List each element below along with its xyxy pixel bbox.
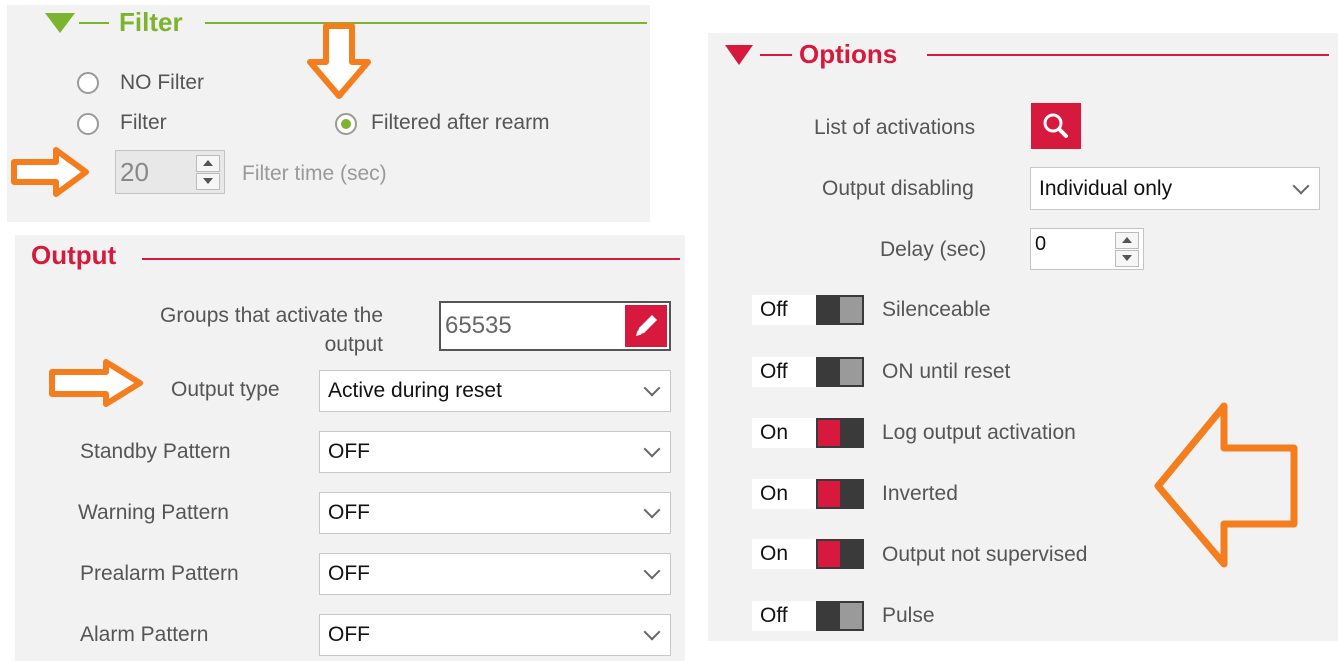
chevron-down-icon <box>643 501 661 519</box>
chevron-down-icon <box>1292 177 1310 194</box>
inverted-label: Inverted <box>882 482 958 505</box>
delay-value: 0 <box>1035 233 1047 255</box>
groups-label-line2: output <box>324 333 383 356</box>
pulse-label: Pulse <box>882 604 935 627</box>
chevron-down-icon <box>643 623 661 641</box>
radio-filtered-after-rearm[interactable] <box>335 113 357 135</box>
output-title-line <box>142 258 680 260</box>
log-output-activation-toggle[interactable] <box>816 418 864 448</box>
on-until-reset-state: Off <box>752 357 816 387</box>
radio-filter[interactable] <box>77 113 99 135</box>
radio-filtered-after-rearm-label[interactable]: Filtered after rearm <box>371 111 550 135</box>
silenceable-toggle[interactable] <box>816 295 864 325</box>
output-type-select[interactable]: Active during reset <box>319 370 671 412</box>
output-not-supervised-label: Output not supervised <box>882 543 1088 566</box>
prealarm-pattern-value: OFF <box>328 562 370 585</box>
filter-title-line-left <box>79 22 109 24</box>
alarm-pattern-label: Alarm Pattern <box>80 623 209 646</box>
prealarm-pattern-label: Prealarm Pattern <box>80 562 239 585</box>
options-section-title: Options <box>799 39 898 69</box>
output-type-label: Output type <box>171 378 280 401</box>
output-section-title: Output <box>31 240 117 270</box>
log-output-activation-state: On <box>752 418 816 448</box>
arrow-annotation-icon <box>11 147 89 197</box>
pencil-icon <box>636 315 657 336</box>
magnifier-icon <box>1043 113 1068 138</box>
arrow-annotation-icon <box>49 359 143 407</box>
groups-field[interactable]: 65535 <box>439 301 671 351</box>
list-activations-label: List of activations <box>814 116 976 139</box>
output-type-value: Active during reset <box>328 379 502 402</box>
filter-time-stepper[interactable]: 20 <box>115 150 225 194</box>
filter-time-down[interactable] <box>196 173 220 190</box>
silenceable-state: Off <box>752 295 816 325</box>
log-output-activation-label: Log output activation <box>882 421 1076 444</box>
standby-pattern-value: OFF <box>328 440 370 463</box>
triangle-down-icon[interactable] <box>45 13 75 35</box>
options-title-line-right <box>927 54 1329 56</box>
standby-pattern-select[interactable]: OFF <box>319 431 671 473</box>
silenceable-label: Silenceable <box>882 298 991 321</box>
filter-time-value: 20 <box>120 157 149 187</box>
radio-no-filter-label[interactable]: NO Filter <box>120 71 204 95</box>
alarm-pattern-value: OFF <box>328 623 370 646</box>
alarm-pattern-select[interactable]: OFF <box>319 614 671 656</box>
warning-pattern-value: OFF <box>328 501 370 524</box>
output-not-supervised-toggle[interactable] <box>816 539 864 569</box>
groups-value: 65535 <box>445 312 512 339</box>
inverted-toggle[interactable] <box>816 479 864 509</box>
radio-filter-label[interactable]: Filter <box>120 111 167 135</box>
groups-label-line1: Groups that activate the <box>160 304 383 327</box>
delay-up[interactable] <box>1115 232 1139 249</box>
chevron-down-icon <box>643 440 661 458</box>
filter-time-up[interactable] <box>196 155 220 172</box>
warning-pattern-label: Warning Pattern <box>78 501 229 524</box>
output-not-supervised-state: On <box>752 539 816 569</box>
output-panel: Output Groups that activate the output 6… <box>15 235 685 661</box>
chevron-down-icon <box>643 562 661 580</box>
list-activations-button[interactable] <box>1031 103 1081 149</box>
prealarm-pattern-select[interactable]: OFF <box>319 553 671 595</box>
pulse-toggle[interactable] <box>816 601 864 631</box>
delay-down[interactable] <box>1115 250 1139 267</box>
arrow-annotation-icon <box>1154 402 1298 568</box>
output-disabling-label: Output disabling <box>822 177 974 200</box>
pulse-state: Off <box>752 601 816 631</box>
on-until-reset-toggle[interactable] <box>816 357 864 387</box>
output-disabling-value: Individual only <box>1039 176 1173 200</box>
delay-stepper[interactable]: 0 <box>1030 228 1144 270</box>
warning-pattern-select[interactable]: OFF <box>319 492 671 534</box>
triangle-down-icon[interactable] <box>725 45 753 67</box>
chevron-down-icon <box>643 379 661 397</box>
groups-label: Groups that activate the output <box>115 301 383 359</box>
filter-title-line-right <box>205 22 647 24</box>
filter-time-label: Filter time (sec) <box>242 162 387 185</box>
output-disabling-select[interactable]: Individual only <box>1030 167 1320 210</box>
inverted-state: On <box>752 479 816 509</box>
filter-section-title: Filter <box>119 7 183 37</box>
on-until-reset-label: ON until reset <box>882 360 1011 383</box>
standby-pattern-label: Standby Pattern <box>80 440 231 463</box>
options-title-line-left <box>760 54 792 56</box>
arrow-annotation-icon <box>307 23 371 99</box>
delay-label: Delay (sec) <box>880 238 987 261</box>
edit-groups-button[interactable] <box>625 305 667 347</box>
radio-no-filter[interactable] <box>77 72 99 94</box>
